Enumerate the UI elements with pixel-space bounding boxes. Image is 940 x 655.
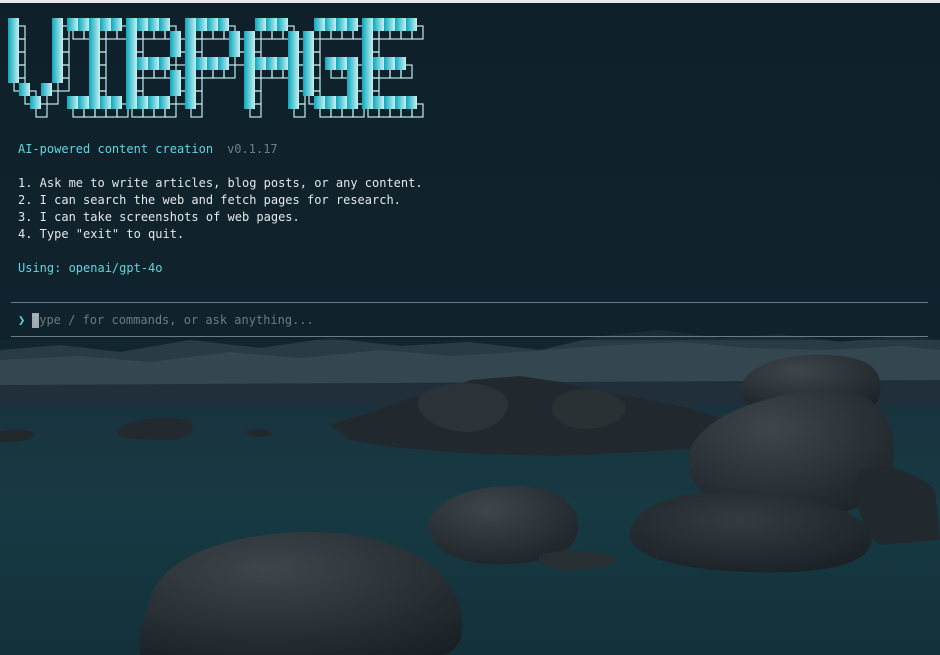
app-subtitle: AI-powered content creation v0.1.17 (18, 141, 278, 158)
terminal-window: AI-powered content creation v0.1.17 1. As… (0, 0, 940, 655)
vibepage-logo (8, 18, 424, 118)
instruction-item: 2. I can search the web and fetch pages … (18, 193, 401, 207)
prompt-input-wrapper[interactable] (32, 311, 923, 329)
window-top-edge (0, 0, 940, 3)
prompt-chevron-icon: ❯ (18, 313, 26, 327)
input-bottom-divider (11, 336, 928, 337)
prompt-row[interactable]: ❯ (18, 311, 923, 329)
input-top-divider (11, 302, 928, 303)
model-label: Using: openai/gpt-4o (18, 261, 163, 275)
prompt-input[interactable] (32, 311, 923, 329)
subtitle-text: AI-powered content creation (18, 142, 214, 156)
instruction-item: 1. Ask me to write articles, blog posts,… (18, 176, 423, 190)
instruction-item: 4. Type "exit" to quit. (18, 227, 185, 241)
instruction-item: 3. I can take screenshots of web pages. (18, 210, 300, 224)
version-label: v0.1.17 (227, 142, 278, 156)
